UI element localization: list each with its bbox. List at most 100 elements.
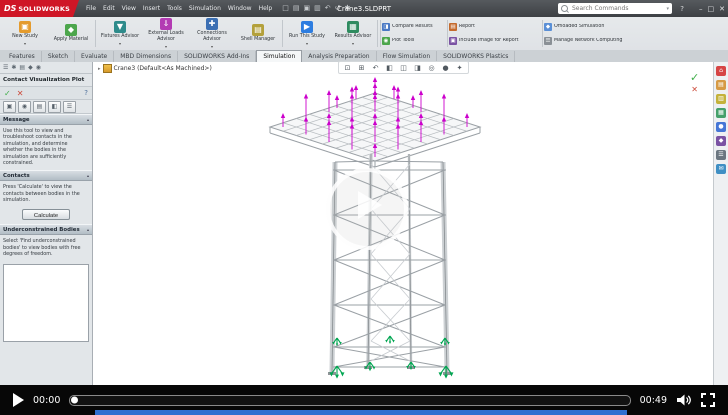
ribbon-items: ▣New Study▾◆Apply Material▼Fixtures Advi… (2, 17, 646, 50)
tab-sketch[interactable]: Sketch (42, 51, 75, 62)
close-button[interactable]: ✕ (719, 5, 725, 13)
report-button[interactable]: ▤Report (449, 21, 541, 33)
connections-advisor-icon: ✚ (206, 18, 218, 30)
volume-button[interactable] (676, 393, 692, 407)
new-study-button[interactable]: ▣New Study▾ (2, 17, 48, 50)
manage-network-computing-button[interactable]: ☰Manage Network Computing (544, 35, 646, 47)
tab-evaluate[interactable]: Evaluate (75, 51, 114, 62)
show-contact-faces-icon[interactable]: ▣ (3, 101, 16, 113)
menu-window[interactable]: Window (228, 5, 252, 12)
underconstrained-section-header[interactable]: Underconstrained Bodies ▴ (0, 224, 92, 235)
report-icon: ▤ (449, 23, 457, 31)
ribbon-separator (380, 20, 381, 47)
play-overlay-button[interactable] (326, 168, 408, 250)
run-this-study-label: Run This Study (285, 34, 330, 40)
previous-view-icon[interactable]: ↶ (369, 62, 382, 73)
apply-material-icon: ◆ (65, 24, 77, 36)
shell-manager-button[interactable]: ▤Shell Manager (235, 17, 281, 50)
menu-view[interactable]: View (122, 5, 136, 12)
apply-material-button[interactable]: ◆Apply Material (48, 17, 94, 50)
view-orientation-icon[interactable]: ◫ (397, 62, 410, 73)
fixtures-advisor-button[interactable]: ▼Fixtures Advisor▾ (97, 17, 143, 50)
underconstrained-bodies-list[interactable] (3, 264, 89, 342)
hide-show-items-icon[interactable]: ◎ (425, 62, 438, 73)
tab-mbd-dimensions[interactable]: MBD Dimensions (114, 51, 178, 62)
configurationmanager-tab-icon[interactable]: ▤ (19, 64, 25, 71)
forum-icon[interactable]: ✉ (716, 164, 726, 174)
isolate-icon[interactable]: ◧ (48, 101, 61, 113)
zoom-to-area-icon[interactable]: ⊞ (355, 62, 368, 73)
status-bar-fragment (95, 410, 627, 415)
solidworks-resources-icon[interactable]: ⌂ (716, 66, 726, 76)
message-section-header[interactable]: Message ▴ (0, 114, 92, 125)
feature-tree-header[interactable]: ▸ Crane3 (Default<As Machined>) (98, 64, 212, 73)
play-button[interactable] (13, 393, 24, 407)
tab-simulation[interactable]: Simulation (256, 50, 302, 62)
command-manager-ribbon: ▣New Study▾◆Apply Material▼Fixtures Advi… (0, 17, 728, 51)
ribbon-separator (282, 20, 283, 47)
dimxpertmanager-tab-icon[interactable]: ◆ (28, 64, 33, 71)
calculate-button[interactable]: Calculate (22, 209, 70, 220)
run-this-study-button[interactable]: ▶Run This Study▾ (284, 17, 330, 50)
connections-advisor-button[interactable]: ✚Connections Advisor▾ (189, 17, 235, 50)
include-image-for-report-button[interactable]: ▣Include Image for Report (449, 35, 541, 47)
confirmation-corner: ✓ ✕ (690, 72, 699, 94)
pm-ok-button[interactable]: ✓ (4, 89, 11, 98)
manage-network-computing-label: Manage Network Computing (554, 38, 622, 43)
section-view-icon[interactable]: ◧ (383, 62, 396, 73)
pm-help-button[interactable]: ? (84, 89, 88, 97)
search-box[interactable]: ▾ (558, 3, 672, 14)
confirm-cancel-icon[interactable]: ✕ (691, 86, 698, 94)
feature-tree-root-label: Crane3 (Default<As Machined>) (114, 65, 212, 72)
featuremanager-tree-tab-icon[interactable]: ☰ (3, 64, 8, 71)
tab-features[interactable]: Features (3, 51, 42, 62)
view-palette-icon[interactable]: ▦ (716, 108, 726, 118)
custom-properties-icon[interactable]: ☰ (716, 150, 726, 160)
menu-simulation[interactable]: Simulation (189, 5, 221, 12)
undo-icon[interactable]: ↶ (325, 5, 331, 12)
fixtures-advisor-label: Fixtures Advisor (98, 34, 143, 40)
view-settings-icon[interactable]: ✦ (453, 62, 466, 73)
offloaded-simulation-button[interactable]: ◆Offloaded Simulation (544, 21, 646, 33)
menu-edit[interactable]: Edit (103, 5, 115, 12)
menu-insert[interactable]: Insert (143, 5, 160, 12)
displaymanager-tab-icon[interactable]: ◉ (36, 64, 41, 71)
file-explorer-icon[interactable]: ▥ (716, 94, 726, 104)
display-style-icon[interactable]: ◨ (411, 62, 424, 73)
message-body: Use this tool to view and troubleshoot c… (0, 125, 92, 170)
plot-tools-button[interactable]: ◉Plot Tools (382, 35, 446, 47)
show-contact-symbols-icon[interactable]: ◉ (18, 101, 31, 113)
menu-help[interactable]: Help (259, 5, 273, 12)
print-icon[interactable]: ▥ (314, 5, 321, 12)
propertymanager-tab-icon[interactable]: ✱ (11, 64, 16, 71)
seek-handle[interactable] (71, 397, 78, 404)
edit-appearance-icon[interactable]: ● (439, 62, 452, 73)
save-icon[interactable]: ▣ (304, 5, 311, 12)
menu-tools[interactable]: Tools (167, 5, 182, 12)
show-mesh-icon[interactable]: ▤ (33, 101, 46, 113)
zoom-to-fit-icon[interactable]: ⊡ (341, 62, 354, 73)
tree-expand-icon[interactable]: ▸ (98, 66, 101, 72)
dropdown-arrow-icon: ▾ (211, 44, 213, 49)
menu-file[interactable]: File (86, 5, 96, 12)
results-advisor-button[interactable]: ▦Results Advisor▾ (330, 17, 376, 50)
search-input[interactable] (570, 4, 666, 13)
contacts-section-header[interactable]: Contacts ▴ (0, 170, 92, 181)
design-library-icon[interactable]: ▤ (716, 80, 726, 90)
compare-results-button[interactable]: ◨Compare Results (382, 21, 446, 33)
scenes-icon[interactable]: ◆ (716, 136, 726, 146)
fullscreen-button[interactable] (701, 393, 715, 407)
confirm-ok-icon[interactable]: ✓ (690, 72, 699, 83)
appearances-icon[interactable]: ● (716, 122, 726, 132)
help-button[interactable]: ? (680, 5, 684, 13)
list-view-icon[interactable]: ☰ (63, 101, 76, 113)
seek-bar[interactable] (69, 395, 630, 406)
minimize-button[interactable]: – (699, 5, 703, 13)
pm-cancel-button[interactable]: ✕ (17, 89, 24, 98)
tab-solidworks-add-ins[interactable]: SOLIDWORKS Add-Ins (178, 51, 256, 62)
search-dropdown-icon[interactable]: ▾ (666, 6, 669, 12)
new-document-icon[interactable]: □ (282, 5, 289, 12)
external-loads-advisor-button[interactable]: ⇓External Loads Advisor▾ (143, 17, 189, 50)
open-document-icon[interactable]: ▤ (293, 5, 300, 12)
maximize-button[interactable]: □ (708, 5, 715, 13)
